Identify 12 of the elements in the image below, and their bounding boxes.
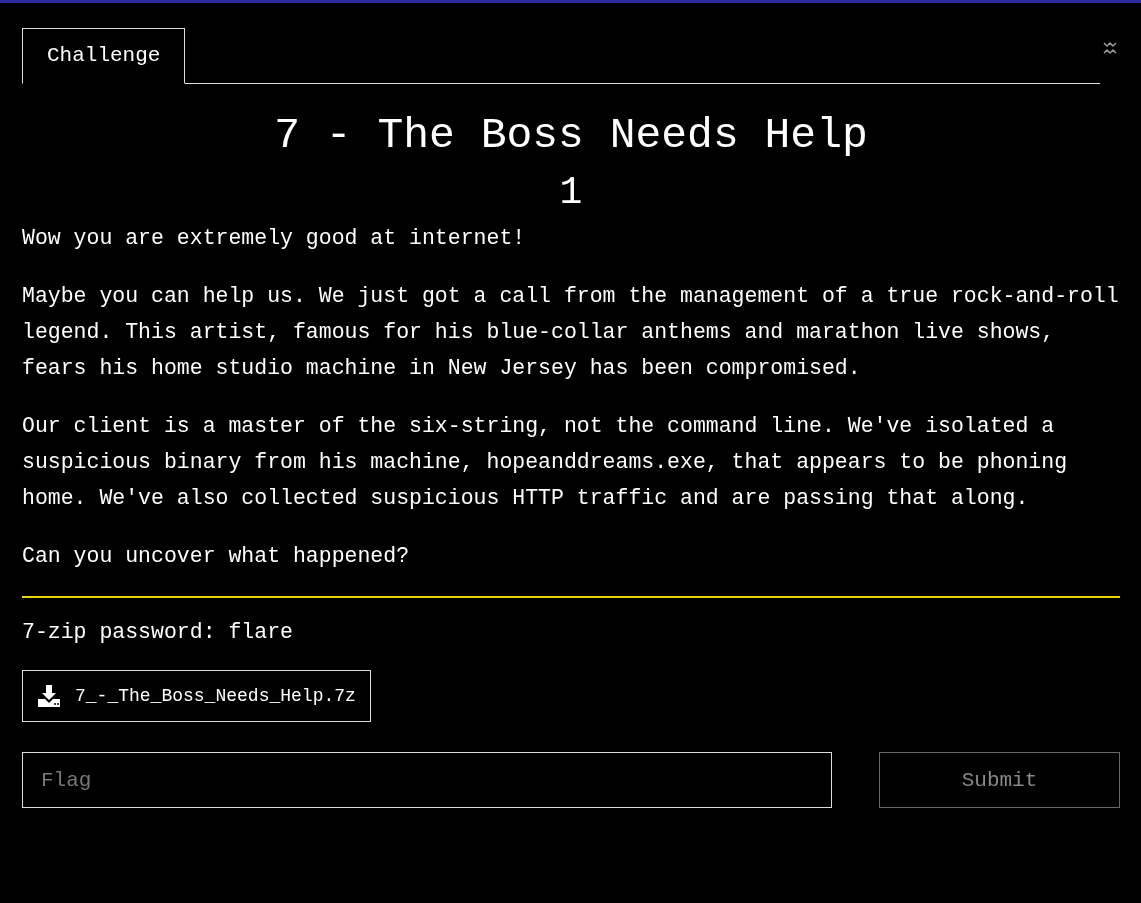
challenge-tab[interactable]: Challenge xyxy=(22,28,186,84)
challenge-title: 7 - The Boss Needs Help xyxy=(273,110,869,162)
description-paragraph: Maybe you can help us. We just got a call from the management of a true rock-and-roll legend. This artist, famous for his blue-collar anthems and marathon live shows, fears his home studio machine in New Jersey has been compromised. xyxy=(22,283,1120,382)
download-icon xyxy=(37,684,61,708)
challenge-points: 1 xyxy=(558,170,584,216)
description-paragraph: Our client is a master of the six-string, not the command line. We've isolated a suspicious binary from his machine, hopeanddreams.exe, that appears to be phoning home. We've also collected suspicious HTTP traffic and are passing that along. xyxy=(22,413,1069,512)
download-button[interactable]: 7_-_The_Boss_Needs_Help.7z xyxy=(22,670,371,722)
flag-field[interactable]: Flag xyxy=(22,752,832,808)
password-note: 7-zip password: flare xyxy=(22,620,294,644)
description-paragraph: Wow you are extremely good at internet! xyxy=(22,225,527,252)
description-paragraph: Can you uncover what happened? xyxy=(22,543,411,570)
close-icon[interactable] xyxy=(1103,42,1117,54)
